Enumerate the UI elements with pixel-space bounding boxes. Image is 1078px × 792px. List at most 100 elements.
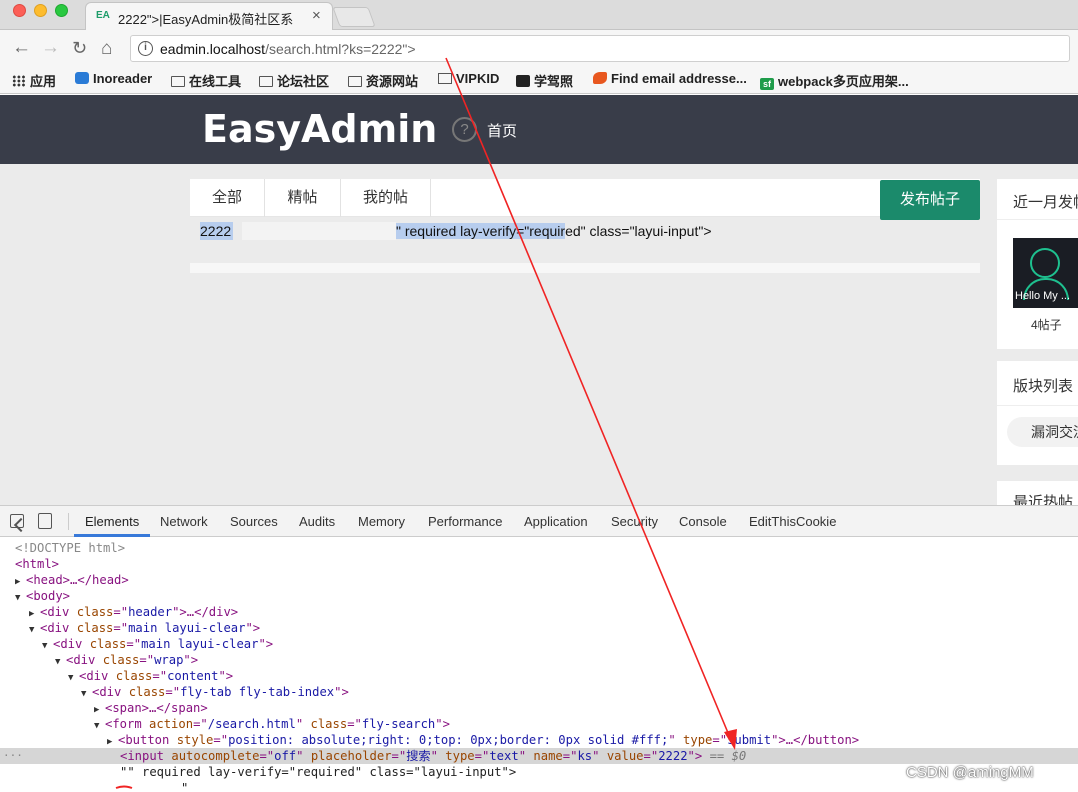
csdn-watermark: CSDN @amingMM [906,764,1034,781]
dom-node-tab-div[interactable]: ▼ <div class="fly-tab fly-tab-index"> [0,684,1078,700]
attr-value: submit [727,733,772,747]
attr-value: fly-search [361,717,436,731]
zoom-window-icon[interactable] [55,4,68,17]
dom-node-text-end[interactable]: " [0,780,1078,792]
attr-value: ks [577,749,593,763]
sf-icon: sf [760,78,774,90]
tab-elite[interactable]: 精帖 [265,179,341,217]
tab-audits[interactable]: Audits [299,514,335,529]
bookmark-apps[interactable]: 应用 [12,71,56,89]
bookmark-label: 论坛社区 [277,74,330,89]
bookmark-find-email[interactable]: Find email addresse... [593,71,747,89]
home-icon[interactable]: ⌂ [101,39,112,59]
fly-tab-bar: 全部 精帖 我的帖 [190,179,980,217]
tab-editthiscookie[interactable]: EditThisCookie [749,514,836,529]
post-count: 4帖子 [1031,318,1062,332]
tag-text: <body> [26,589,71,603]
selected-text: " required lay-verify="requir [396,223,566,239]
board-item-vuln[interactable]: 漏洞交流 [1007,417,1078,447]
leaked-markup-text: " required lay-verify="required" class="… [396,222,712,240]
tab-all[interactable]: 全部 [190,179,265,217]
url-input[interactable]: i eadmin.localhost/search.html?ks=2222"> [130,35,1070,62]
back-arrow-icon[interactable]: ← [12,38,31,58]
bookmark-driving[interactable]: 学驾照 [516,71,573,89]
easyadmin-favicon-icon: EA [96,10,110,21]
site-info-icon[interactable]: i [138,41,153,56]
bookmark-inoreader[interactable]: Inoreader [75,71,152,89]
dom-node-wrap-div[interactable]: ▼ <div class="wrap"> [0,652,1078,668]
dom-node-button[interactable]: ▶ <button style="position: absolute;right… [0,732,1078,748]
search-input[interactable]: 2222 [200,222,234,240]
find-email-icon [593,72,607,84]
inspect-element-icon[interactable] [10,514,24,528]
browser-tab-active[interactable]: EA 2222">|EasyAdmin极简社区系 × [85,2,333,30]
bookmark-webpack[interactable]: sf webpack多页应用架... [760,71,909,90]
reload-icon[interactable]: ↻ [72,38,87,58]
bookmark-resources[interactable]: 资源网站 [348,71,418,89]
publish-post-button[interactable]: 发布帖子 [880,180,980,220]
tab-application[interactable]: Application [524,514,588,529]
tab-memory[interactable]: Memory [358,514,405,529]
tab-elements[interactable]: Elements [85,514,139,529]
dom-node-span[interactable]: ▶ <span>…</span> [0,700,1078,716]
minimize-window-icon[interactable] [34,4,47,17]
text-node: "" required lay-verify="required" class=… [120,765,517,779]
active-tab-indicator [74,534,150,537]
tab-close-icon[interactable]: × [312,7,321,24]
tag-text: <span>…</span> [105,701,208,715]
site-logo[interactable]: EasyAdmin [202,107,437,151]
dom-node-head[interactable]: ▶ <head>…</head> [0,572,1078,588]
tab-my-posts[interactable]: 我的帖 [341,179,431,217]
bookmark-label: 资源网站 [366,74,419,89]
new-tab-button[interactable] [332,7,376,27]
bookmark-forums[interactable]: 论坛社区 [259,71,329,89]
bookmark-label: 在线工具 [189,74,242,89]
tab-console[interactable]: Console [679,514,727,529]
tab-performance[interactable]: Performance [428,514,502,529]
attr-value: header [128,605,173,619]
doctype-text: <!DOCTYPE html> [15,541,126,555]
more-options-icon[interactable]: ··· [3,748,23,764]
dom-node-form[interactable]: ▼ <form action="/search.html" class="fly-… [0,716,1078,732]
attr-value: fly-tab fly-tab-index [180,685,335,699]
device-toolbar-icon[interactable] [38,513,52,529]
monthly-posters-card: 近一月发帖 Hello My ... 4帖子 [997,179,1078,349]
url-host: eadmin.localhost [160,41,266,57]
dom-node-html[interactable]: <html> [0,556,1078,572]
tab-sources[interactable]: Sources [230,514,278,529]
site-header: EasyAdmin ? 首页 [0,95,1078,164]
devtools-panel: Elements Network Sources Audits Memory P… [0,505,1078,792]
avatar[interactable]: Hello My ... [1013,238,1078,308]
home-nav-icon[interactable]: ? [452,117,477,142]
divider [997,405,1078,406]
search-input-blank[interactable] [242,222,396,240]
dom-node-input-selected[interactable]: ··· <input autocomplete="off" placeholder… [0,748,1078,764]
bookmark-online-tools[interactable]: 在线工具 [171,71,241,89]
content-panel: 全部 精帖 我的帖 2222 " required lay-verify="re… [190,179,980,275]
bookmark-vipkid[interactable]: VIPKID [438,71,499,89]
bookmark-label: webpack多页应用架... [778,74,909,89]
dom-node-content-div[interactable]: ▼ <div class="content"> [0,668,1078,684]
dom-node-body[interactable]: ▼ <body> [0,588,1078,604]
close-window-icon[interactable] [13,4,26,17]
attr-value: 2222 [658,749,688,763]
tab-network[interactable]: Network [160,514,208,529]
forward-arrow-icon[interactable]: → [41,38,60,58]
avatar-caption: Hello My ... [1015,290,1071,302]
unselected-text: ed" class="layui-input"> [565,223,712,239]
bookmark-label: 学驾照 [534,74,574,89]
folder-icon [171,76,185,87]
dom-node-doctype[interactable]: <!DOCTYPE html> [0,540,1078,556]
tab-security[interactable]: Security [611,514,658,529]
attr-value: wrap [154,653,184,667]
nav-home-link[interactable]: 首页 [487,120,517,141]
dom-node-header-div[interactable]: ▶ <div class="header">…</div> [0,604,1078,620]
attr-value: content [167,669,219,683]
attr-value: /search.html [207,717,296,731]
dom-node-main-div-inner[interactable]: ▼ <div class="main layui-clear"> [0,636,1078,652]
dom-node-main-div[interactable]: ▼ <div class="main layui-clear"> [0,620,1078,636]
hot-posts-card: 最近热帖 [997,481,1078,505]
folder-icon [259,76,273,87]
attr-value: off [274,749,297,763]
page-viewport: EasyAdmin ? 首页 全部 精帖 我的帖 2222 " required… [0,95,1078,505]
